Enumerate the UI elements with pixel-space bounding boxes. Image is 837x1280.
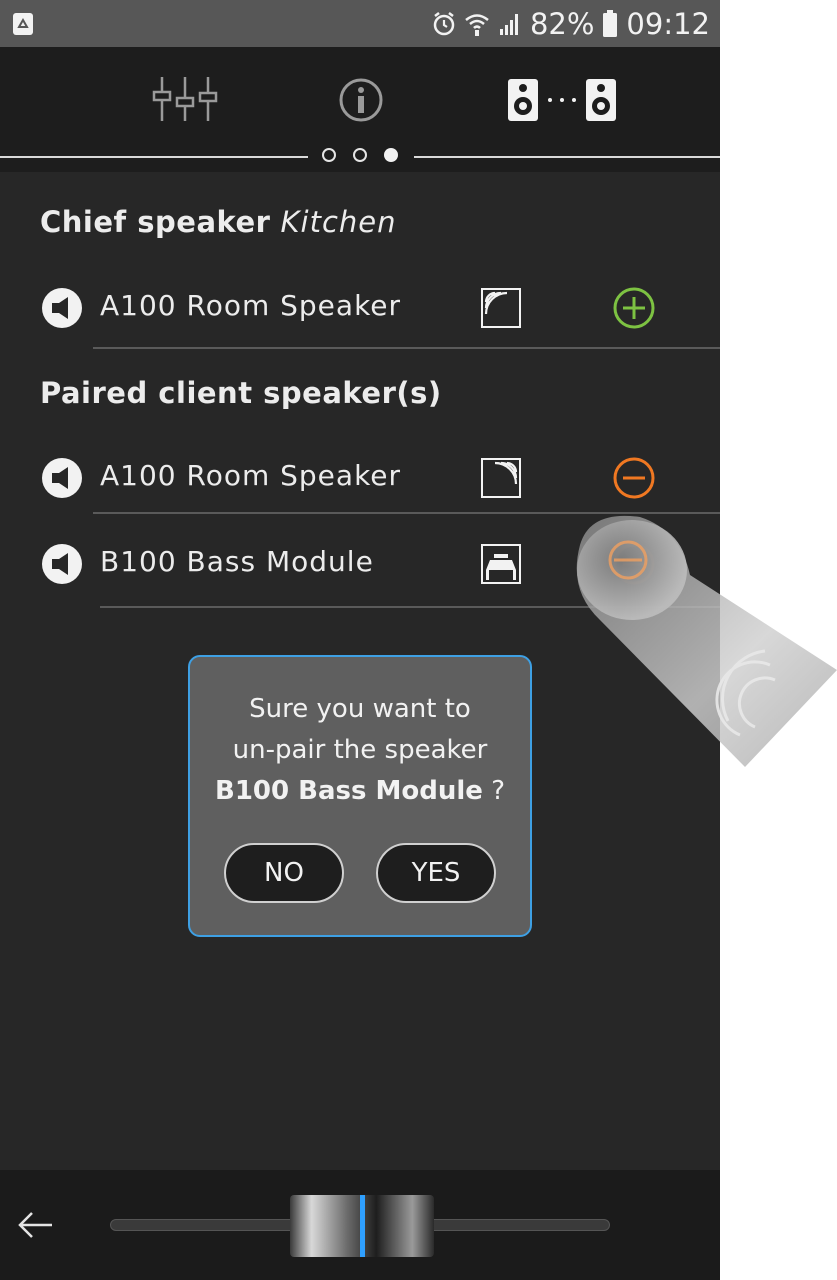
room-corner-icon [481,458,521,498]
row-divider [93,347,720,349]
bass-module-icon [481,544,521,584]
chief-speaker-label: Chief speaker [40,205,271,239]
page-dot-1[interactable] [322,148,336,162]
dialog-message: Sure you want to un-pair the speaker B10… [190,689,530,812]
paired-speaker-row-2[interactable]: B100 Bass Module [0,524,720,604]
back-arrow-icon[interactable] [16,1210,54,1244]
remove-speaker-button[interactable] [612,456,656,500]
equalizer-sliders-icon[interactable] [150,75,220,129]
chief-speaker-name: A100 Room Speaker [100,289,402,322]
wifi-icon [464,11,490,37]
signal-icon [498,12,522,36]
volume-slider-thumb[interactable] [290,1195,434,1257]
status-bar: 82% 09:12 [0,0,720,47]
paired-speaker-row-1[interactable]: A100 Room Speaker [0,438,720,518]
row-divider [93,512,720,514]
chief-speaker-heading: Chief speaker Kitchen [40,205,397,239]
info-icon[interactable] [338,77,384,127]
dialog-speaker-name: B100 Bass Module [215,776,483,806]
page-dot-2[interactable] [353,148,367,162]
paired-speaker-name-1: A100 Room Speaker [100,459,402,492]
page-dot-3-active[interactable] [384,148,398,162]
dialog-line-1: Sure you want to [249,694,471,724]
speaker-pair-icon[interactable] [506,77,618,127]
phone-screen: 82% 09:12 Chief speaker Kitchen A100 Roo… [0,0,720,1280]
pager-divider-left [0,156,308,158]
pager-divider-right [414,156,720,158]
room-corner-icon [481,288,521,328]
add-speaker-button[interactable] [612,286,656,330]
clock-time: 09:12 [626,6,710,41]
paired-speaker-name-2: B100 Bass Module [100,545,374,578]
paired-speakers-heading: Paired client speaker(s) [40,376,442,410]
status-indicators: 82% 09:12 [432,0,710,47]
yes-button[interactable]: YES [376,843,496,903]
row-divider [100,606,720,608]
chief-location: Kitchen [280,205,397,239]
speaker-icon [42,458,82,498]
dialog-question-mark: ? [491,776,505,806]
recycle-icon [12,12,34,36]
speaker-icon [42,544,82,584]
unpair-confirm-dialog: Sure you want to un-pair the speaker B10… [188,655,532,937]
speaker-icon [42,288,82,328]
bottom-bar [0,1170,720,1280]
battery-percent: 82% [529,6,595,41]
chief-speaker-row[interactable]: A100 Room Speaker [0,268,720,348]
no-button[interactable]: NO [224,843,344,903]
alarm-icon [432,11,456,37]
battery-icon [602,9,618,38]
dialog-line-2: un-pair the speaker [232,735,488,765]
remove-speaker-button[interactable] [612,542,656,586]
dialog-line-3: B100 Bass Module ? [190,771,530,812]
